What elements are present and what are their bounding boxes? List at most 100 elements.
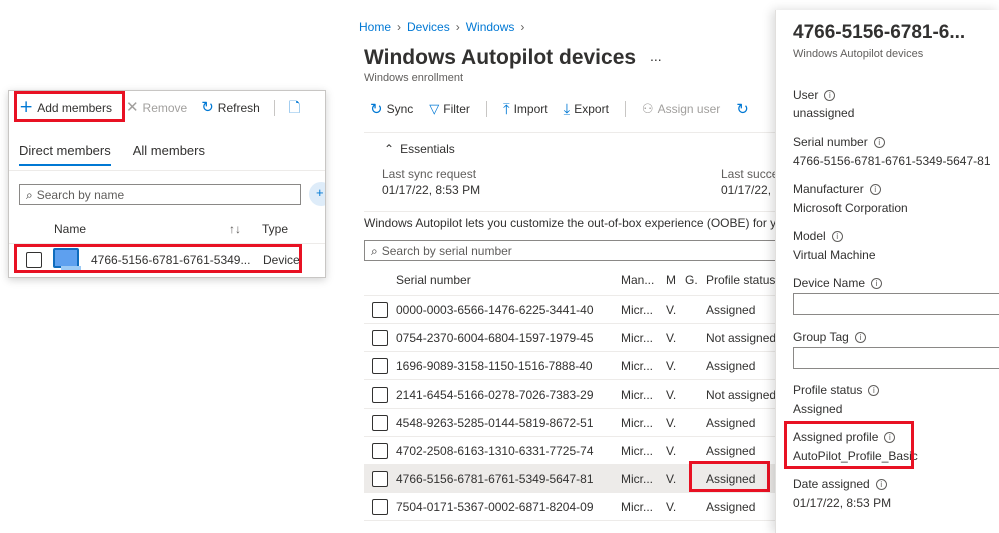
document-icon[interactable]: 🗋: [289, 101, 300, 115]
add-filter-icon[interactable]: +: [309, 182, 325, 206]
row-profile-status: Assigned: [706, 359, 756, 374]
group-tag-label-text: Group Tag: [793, 330, 849, 344]
serial-search-placeholder: Search by serial number: [381, 243, 512, 258]
sync-label: Sync: [386, 102, 414, 116]
row-model: V.: [666, 303, 677, 317]
row-checkbox[interactable]: [372, 414, 388, 431]
row-manufacturer: Micr...: [621, 500, 653, 515]
sort-icon[interactable]: ↑↓: [229, 222, 241, 236]
last-sync-value: 01/17/22, 8:53 PM: [382, 183, 481, 197]
row-checkbox[interactable]: [372, 499, 388, 516]
filter-button[interactable]: ▽ Filter: [429, 102, 470, 116]
row-manufacturer: Micr...: [621, 303, 653, 317]
essentials-toggle[interactable]: ⌃ Essentials: [384, 142, 455, 156]
description-text: Windows Autopilot lets you customize the…: [364, 216, 782, 230]
device-subtitle: Windows Autopilot devices: [793, 48, 924, 60]
chevron-right-icon: ›: [455, 20, 460, 34]
highlight-assigned-profile: [784, 421, 914, 469]
page-subtitle: Windows enrollment: [364, 72, 464, 84]
column-profile-status[interactable]: Profile status: [706, 273, 775, 287]
row-profile-status: Not assigned: [706, 387, 777, 402]
highlight-add-members: [14, 91, 125, 122]
row-profile-status: Not assigned: [706, 331, 777, 346]
column-model[interactable]: M: [666, 273, 676, 287]
toolbar-divider: [485, 101, 487, 117]
assign-user-button[interactable]: ⚇ Assign user: [642, 102, 720, 116]
import-button[interactable]: ⤒ Import: [502, 99, 548, 118]
refresh-icon[interactable]: ↻: [736, 101, 749, 117]
refresh-label: Refresh: [217, 100, 260, 115]
info-icon[interactable]: i: [854, 331, 866, 343]
tab-direct-members[interactable]: Direct members: [19, 143, 111, 166]
row-profile-status: Assigned: [706, 303, 756, 317]
info-icon[interactable]: i: [869, 183, 881, 195]
column-manufacturer[interactable]: Man...: [621, 273, 654, 287]
tab-all-members[interactable]: All members: [133, 143, 205, 166]
column-type[interactable]: Type: [262, 222, 288, 236]
row-manufacturer: Micr...: [621, 444, 653, 458]
serial-search[interactable]: ⌕ Search by serial number: [364, 240, 782, 261]
row-checkbox[interactable]: [372, 471, 388, 488]
row-checkbox[interactable]: [372, 386, 388, 403]
more-options-button[interactable]: ...: [650, 48, 662, 64]
info-icon[interactable]: i: [868, 384, 880, 396]
breadcrumb-home[interactable]: Home: [359, 20, 391, 34]
member-search[interactable]: ⌕ Search by name: [19, 184, 301, 205]
highlight-assigned-status: [689, 461, 770, 492]
info-icon[interactable]: i: [871, 277, 883, 289]
row-checkbox[interactable]: [372, 330, 388, 347]
refresh-icon: ↻: [201, 98, 214, 116]
table-row[interactable]: 0000-0003-6566-1476-6225-3441-40 Micr... V…: [364, 296, 782, 324]
table-row[interactable]: 2141-6454-5166-0278-7026-7383-29 Micr... V…: [364, 381, 782, 409]
group-tag-label: Group Tag i: [793, 330, 866, 344]
row-model: V.: [666, 444, 677, 458]
sync-button[interactable]: ↻ Sync: [370, 101, 414, 117]
info-icon[interactable]: i: [875, 478, 887, 490]
table-row[interactable]: 1696-9089-3158-1150-1516-7888-40 Micr... V…: [364, 352, 782, 381]
row-serial-number: 0754-2370-6004-6804-1597-1979-45: [396, 331, 594, 346]
group-tag-input[interactable]: [793, 347, 999, 369]
breadcrumb-windows[interactable]: Windows: [466, 20, 515, 34]
profile-status-value: Assigned: [793, 402, 843, 416]
table-row[interactable]: 0754-2370-6004-6804-1597-1979-45 Micr... V…: [364, 324, 782, 353]
row-checkbox[interactable]: [372, 302, 388, 318]
column-group-tag[interactable]: G.: [685, 273, 698, 287]
upload-icon: ⤒: [502, 99, 510, 118]
toolbar-divider: [273, 99, 275, 116]
info-icon[interactable]: i: [824, 89, 836, 101]
row-serial-number: 7504-0171-5367-0002-6871-8204-09: [396, 500, 594, 515]
user-label-text: User: [793, 88, 819, 102]
table-row[interactable]: 4548-9263-5285-0144-5819-8672-51 Micr... V…: [364, 409, 782, 437]
column-name[interactable]: Name: [54, 222, 86, 236]
date-assigned-label-text: Date assigned: [793, 477, 870, 491]
serial-label-text: Serial number: [793, 135, 868, 149]
info-icon[interactable]: i: [831, 230, 843, 242]
refresh-button[interactable]: ↻ Refresh: [201, 100, 260, 115]
row-checkbox[interactable]: [372, 443, 388, 459]
export-button[interactable]: ⤓ Export: [564, 101, 609, 117]
column-serial-number[interactable]: Serial number: [396, 273, 471, 287]
row-manufacturer: Micr...: [621, 387, 653, 402]
breadcrumb-devices[interactable]: Devices: [407, 20, 450, 34]
info-icon[interactable]: i: [873, 136, 885, 148]
device-name-label: Device Name i: [793, 276, 883, 290]
table-row[interactable]: 7504-0171-5367-0002-6871-8204-09 Micr... V…: [364, 493, 782, 522]
row-serial-number: 4548-9263-5285-0144-5819-8672-51: [396, 415, 594, 430]
model-label: Model i: [793, 229, 843, 243]
device-name-input[interactable]: [793, 293, 999, 315]
row-checkbox[interactable]: [372, 358, 388, 375]
search-icon: ⌕: [371, 243, 378, 258]
remove-button[interactable]: ✕ Remove: [126, 100, 187, 115]
remove-label: Remove: [142, 100, 188, 115]
import-label: Import: [513, 102, 548, 116]
serial-number-value: 4766-5156-6781-6761-5349-5647-81: [793, 154, 991, 168]
row-profile-status: Assigned: [706, 444, 756, 458]
member-search-placeholder: Search by name: [36, 187, 125, 202]
row-profile-status: Assigned: [706, 415, 756, 430]
essentials-label: Essentials: [400, 142, 455, 156]
row-model: V.: [666, 331, 677, 346]
user-value: unassigned: [793, 106, 855, 120]
search-icon: ⌕: [26, 187, 33, 202]
row-serial-number: 1696-9089-3158-1150-1516-7888-40: [396, 359, 593, 374]
row-manufacturer: Micr...: [621, 359, 653, 374]
